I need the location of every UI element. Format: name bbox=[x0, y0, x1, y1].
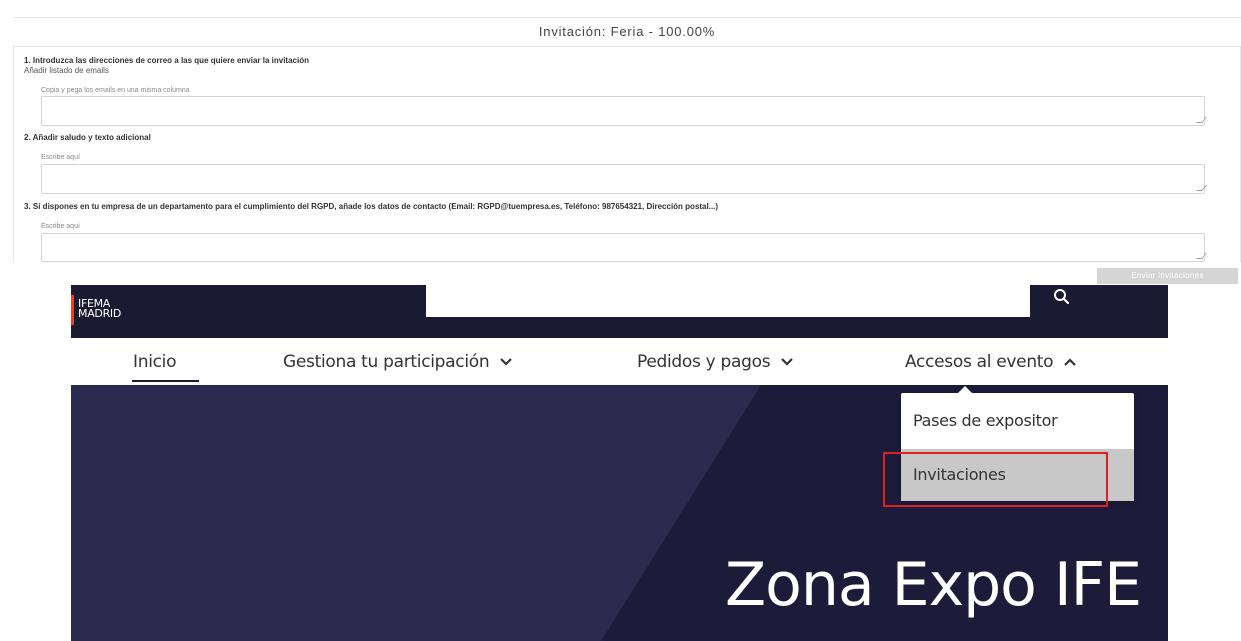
chevron-down-icon bbox=[781, 358, 794, 366]
form-body: 1. Introduzca las direcciones de correo … bbox=[13, 47, 1241, 262]
nav-inicio[interactable]: Inicio bbox=[133, 352, 176, 372]
ifema-logo[interactable]: IFEMA MADRID bbox=[71, 285, 151, 338]
resize-grip-icon[interactable] bbox=[1196, 185, 1208, 191]
rgpd-textarea[interactable] bbox=[41, 233, 1208, 262]
chevron-up-icon bbox=[1064, 358, 1077, 366]
resize-grip-icon[interactable] bbox=[1196, 117, 1208, 123]
active-nav-underline bbox=[132, 380, 199, 382]
emails-field-label: Copia y pega los emails en una misma col… bbox=[41, 87, 190, 94]
main-nav: Inicio Gestiona tu participación Pedidos… bbox=[71, 338, 1168, 385]
logo-accent-bar bbox=[71, 295, 74, 325]
rgpd-field-label: Escribe aquí bbox=[41, 223, 80, 230]
nav-label: Accesos al evento bbox=[905, 352, 1054, 372]
site-header: IFEMA MADRID bbox=[71, 285, 1168, 338]
nav-label: Inicio bbox=[133, 352, 177, 372]
greeting-textarea[interactable] bbox=[41, 164, 1208, 194]
step2-title: 2. Añadir saludo y texto adicional bbox=[24, 133, 151, 142]
resize-grip-icon[interactable] bbox=[1196, 253, 1208, 259]
search-input[interactable] bbox=[426, 285, 1030, 317]
nav-label: Gestiona tu participación bbox=[283, 352, 490, 372]
emails-textarea[interactable] bbox=[41, 96, 1208, 126]
step1-title: 1. Introduzca las direcciones de correo … bbox=[24, 56, 309, 65]
step3-title: 3. Si dispones en tu empresa de un depar… bbox=[24, 202, 719, 211]
greeting-field-label: Escribe aquí bbox=[41, 154, 80, 161]
search-icon[interactable] bbox=[1049, 285, 1075, 311]
nav-accesos-evento[interactable]: Accesos al evento bbox=[905, 352, 1077, 372]
menu-item-pases-expositor[interactable]: Pases de expositor bbox=[901, 395, 1134, 447]
invitation-form-panel: Invitación: Feria - 100.00% 1. Introduzc… bbox=[0, 0, 1241, 262]
add-email-list-link[interactable]: Añadir listado de emails bbox=[24, 66, 109, 75]
annotation-highlight-box bbox=[883, 452, 1108, 507]
logo-line2: MADRID bbox=[78, 307, 122, 320]
form-title: Invitación: Feria - 100.00% bbox=[13, 17, 1241, 47]
nav-gestiona-participacion[interactable]: Gestiona tu participación bbox=[283, 352, 513, 372]
send-invitations-button[interactable]: Enviar invitaciones bbox=[1097, 268, 1238, 284]
nav-pedidos-pagos[interactable]: Pedidos y pagos bbox=[637, 352, 794, 372]
chevron-down-icon bbox=[500, 358, 513, 366]
ifema-site: IFEMA MADRID Inicio Gestiona tu particip… bbox=[71, 285, 1168, 641]
nav-label: Pedidos y pagos bbox=[637, 352, 771, 372]
hero-title: Zona Expo IFE bbox=[725, 550, 1142, 620]
dropdown-caret bbox=[957, 386, 973, 394]
